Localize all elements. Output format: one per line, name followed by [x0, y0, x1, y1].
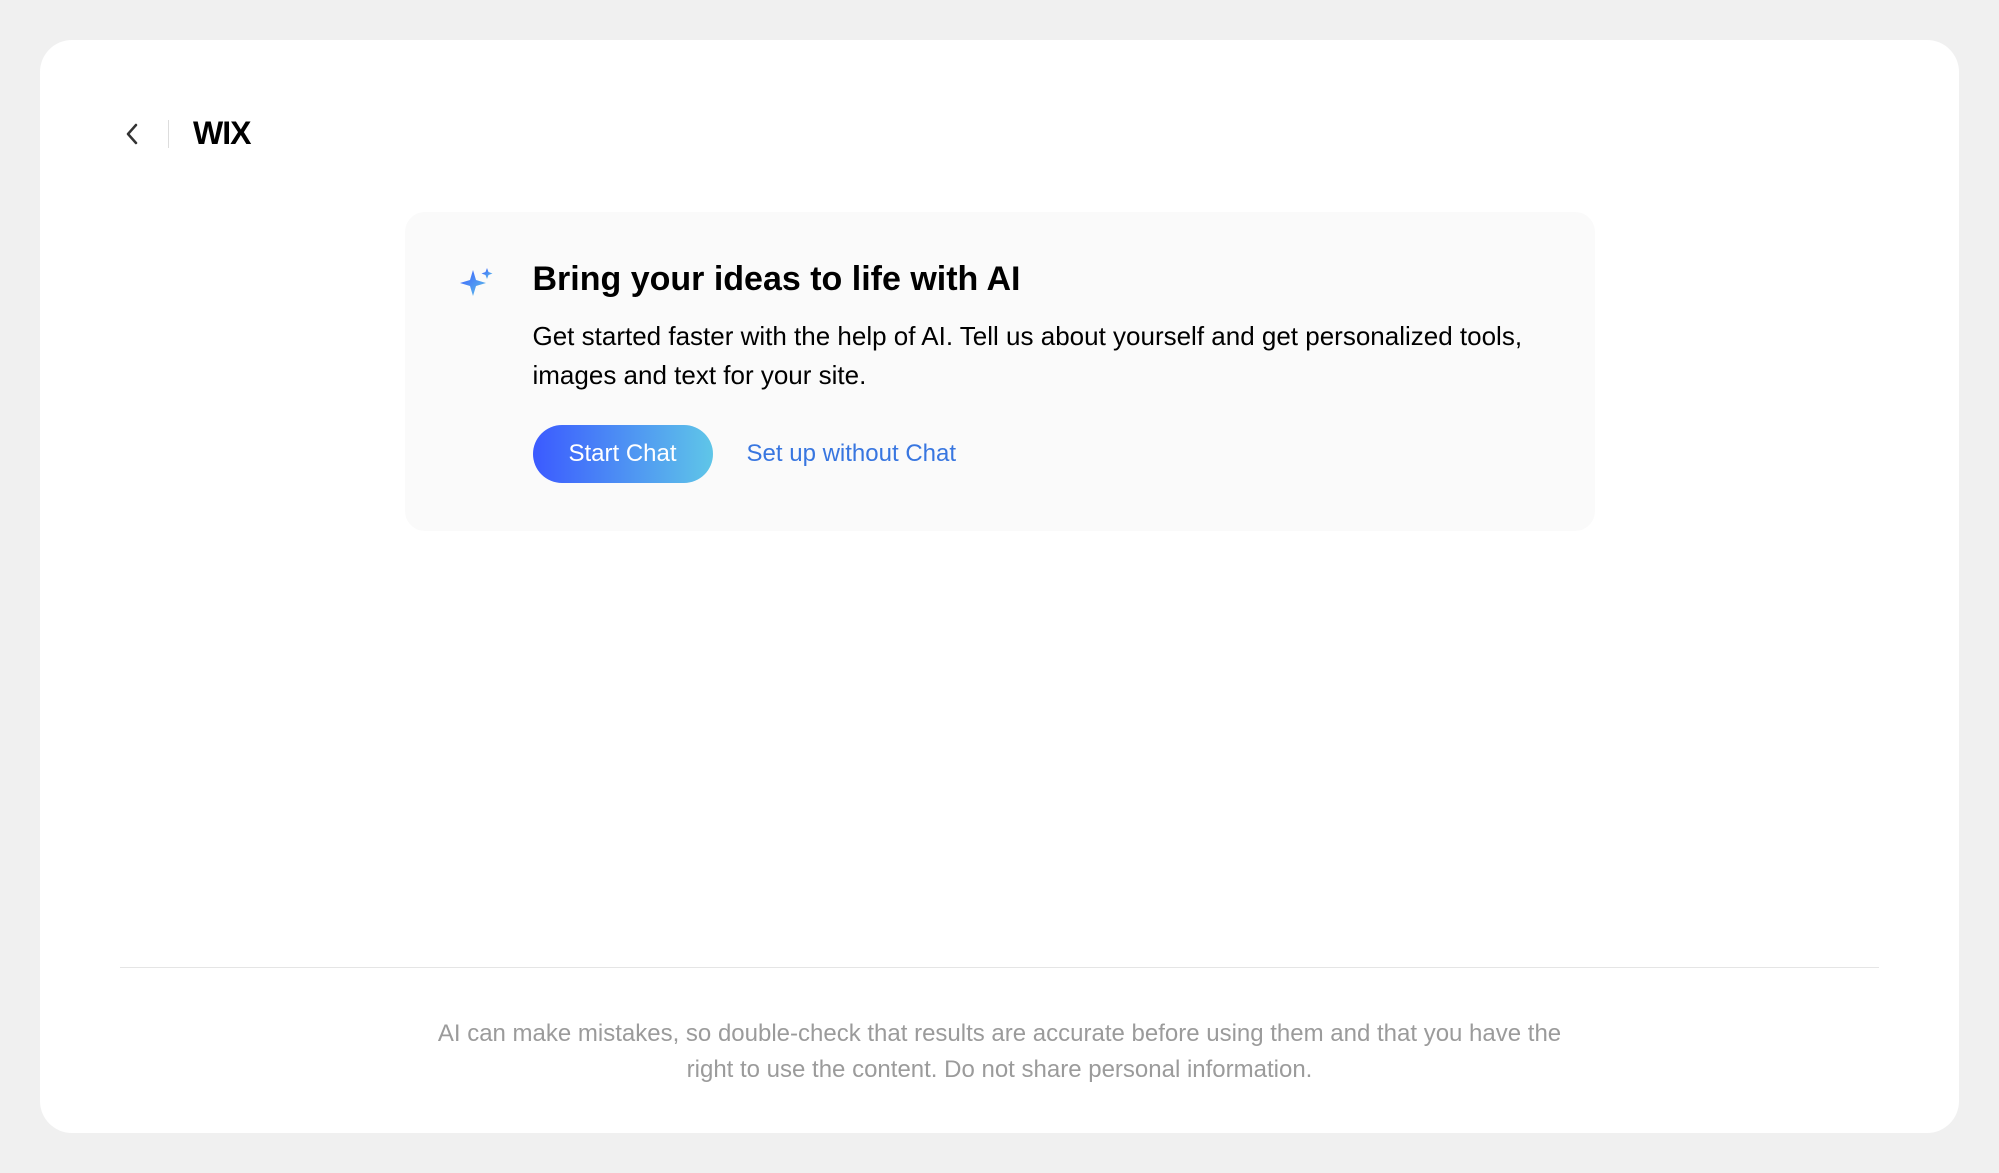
button-row: Start Chat Set up without Chat [533, 425, 1531, 483]
main-card: WIX Bring your ideas to life with AI [40, 40, 1959, 1133]
sparkle-icon [457, 264, 497, 483]
ai-card-title: Bring your ideas to life with AI [533, 260, 1531, 299]
divider [168, 120, 169, 148]
back-button[interactable] [120, 122, 144, 146]
chevron-left-icon [125, 123, 139, 145]
setup-without-chat-link[interactable]: Set up without Chat [747, 440, 956, 468]
footer-section: AI can make mistakes, so double-check th… [120, 967, 1879, 1088]
header: WIX [120, 115, 1879, 152]
start-chat-button[interactable]: Start Chat [533, 425, 713, 483]
wix-logo[interactable]: WIX [193, 115, 250, 152]
ai-card-description: Get started faster with the help of AI. … [533, 317, 1531, 395]
content-area: Bring your ideas to life with AI Get sta… [120, 152, 1879, 967]
ai-onboarding-card: Bring your ideas to life with AI Get sta… [405, 212, 1595, 531]
ai-disclaimer: AI can make mistakes, so double-check th… [430, 1016, 1570, 1088]
ai-card-content: Bring your ideas to life with AI Get sta… [533, 260, 1531, 483]
